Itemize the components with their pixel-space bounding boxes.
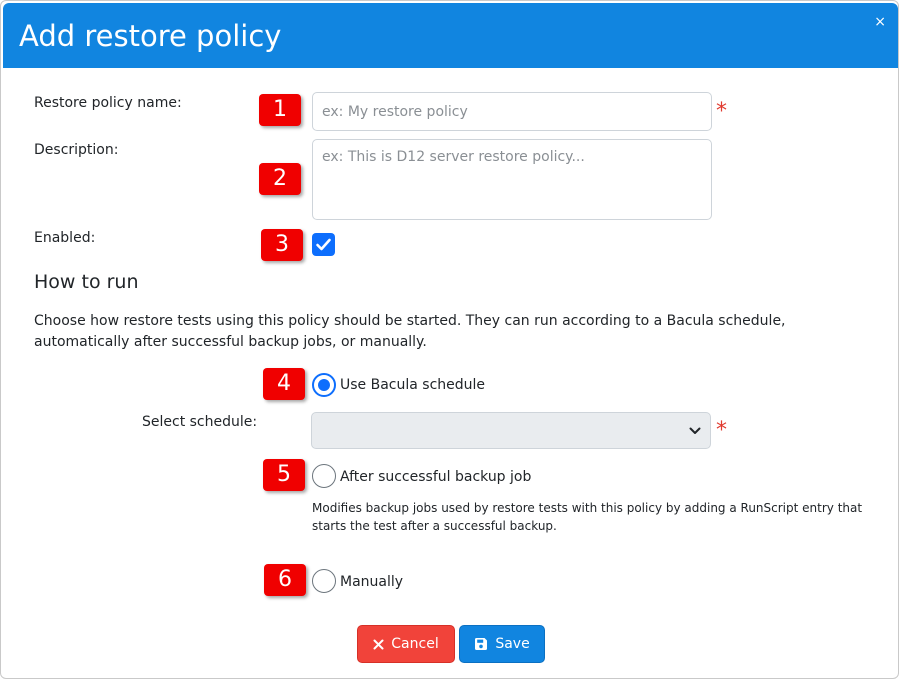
required-asterisk: *	[716, 99, 727, 124]
step-badge-3: 3	[261, 229, 303, 261]
x-icon	[373, 639, 384, 649]
schedule-select[interactable]	[311, 412, 711, 449]
chevron-down-icon	[689, 427, 701, 434]
close-icon[interactable]: ×	[874, 13, 886, 31]
dialog-title: Add restore policy	[19, 19, 282, 53]
floppy-disk-icon	[475, 638, 488, 650]
description-textarea[interactable]	[312, 139, 712, 220]
select-schedule-label: Select schedule:	[142, 414, 258, 430]
step-badge-2: 2	[259, 163, 301, 195]
checkmark-icon	[316, 238, 331, 251]
dialog-titlebar: Add restore policy ×	[3, 3, 898, 68]
cancel-button[interactable]: Cancel	[357, 625, 455, 663]
save-button-label: Save	[495, 636, 530, 652]
step-badge-5: 5	[263, 459, 305, 491]
step-badge-1: 1	[259, 94, 301, 126]
policy-name-input[interactable]	[312, 92, 712, 131]
policy-name-label: Restore policy name:	[34, 95, 182, 111]
radio-after-successful-backup-job[interactable]	[312, 464, 336, 488]
how-to-run-description: Choose how restore tests using this poli…	[34, 313, 786, 350]
radio-label-manually[interactable]: Manually	[340, 574, 403, 590]
add-restore-policy-dialog: Add restore policy × Restore policy name…	[0, 0, 899, 679]
after-backup-hint: Modifies backup jobs used by restore tes…	[312, 501, 863, 533]
required-asterisk: *	[716, 418, 727, 443]
enabled-label: Enabled:	[34, 230, 96, 246]
save-button[interactable]: Save	[459, 625, 545, 663]
step-badge-4: 4	[263, 368, 305, 400]
radio-use-bacula-schedule[interactable]	[312, 373, 336, 397]
enabled-checkbox[interactable]	[312, 233, 335, 256]
radio-manually[interactable]	[312, 569, 336, 593]
step-badge-6: 6	[264, 564, 306, 596]
how-to-run-heading: How to run	[34, 271, 139, 293]
cancel-button-label: Cancel	[391, 636, 439, 652]
radio-label-after-successful-backup-job[interactable]: After successful backup job	[340, 469, 531, 485]
radio-label-use-bacula-schedule[interactable]: Use Bacula schedule	[340, 377, 485, 393]
description-label: Description:	[34, 142, 119, 158]
